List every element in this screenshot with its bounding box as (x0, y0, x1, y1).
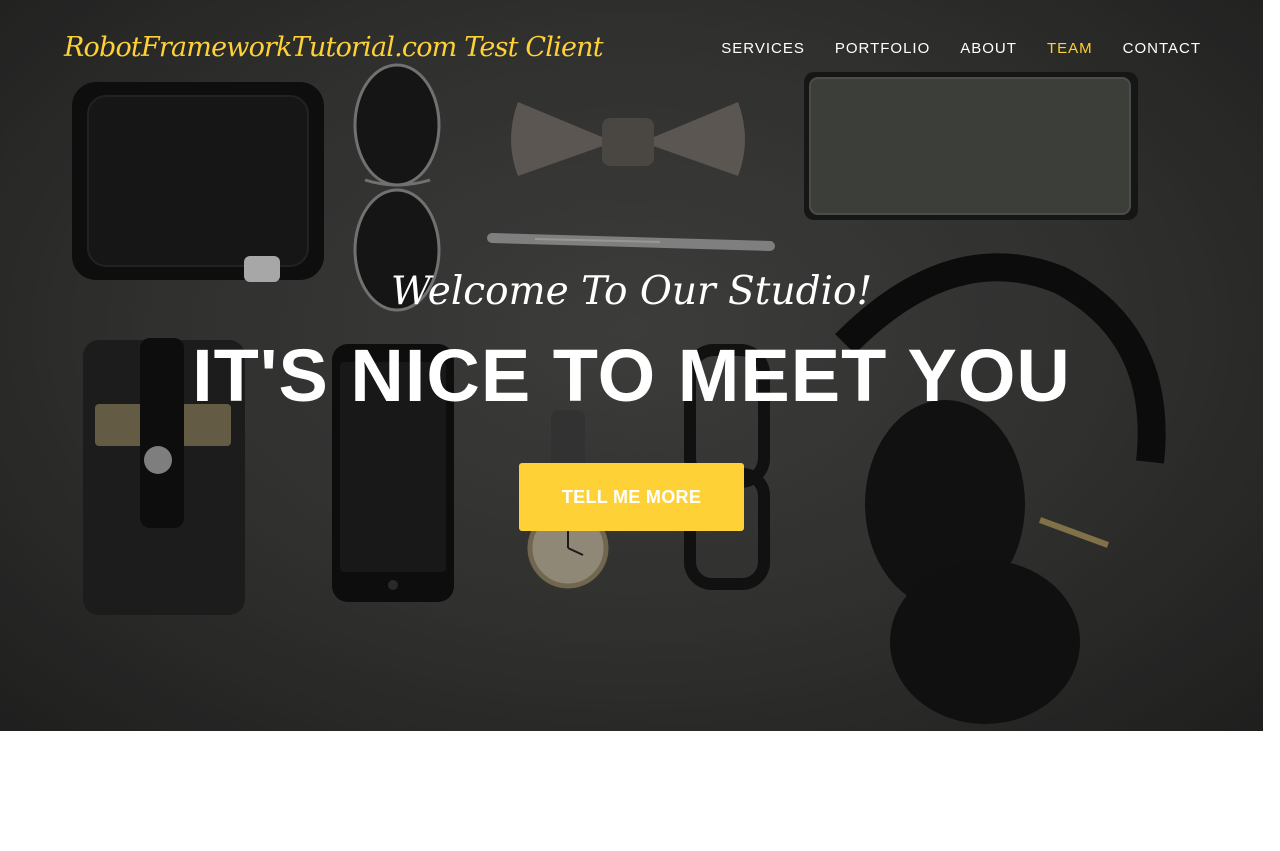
nav-link-about[interactable]: ABOUT (960, 40, 1017, 57)
hero-heading: IT'S NICE TO MEET YOU (192, 334, 1071, 417)
nav-item-services: SERVICES (721, 40, 805, 58)
top-navbar: RobotFrameworkTutorial.com Test Client S… (0, 0, 1263, 100)
nav-link-team[interactable]: TEAM (1047, 40, 1093, 57)
tell-me-more-button[interactable]: TELL ME MORE (519, 463, 744, 531)
nav-link-services[interactable]: SERVICES (721, 40, 805, 57)
hero-lead-in: Welcome To Our Studio! (390, 269, 873, 314)
brand-logo-link[interactable]: RobotFrameworkTutorial.com Test Client (64, 32, 604, 63)
nav-item-about: ABOUT (960, 40, 1017, 58)
nav-item-portfolio: PORTFOLIO (835, 40, 930, 58)
nav-item-contact: CONTACT (1123, 40, 1201, 58)
hero-section: RobotFrameworkTutorial.com Test Client S… (0, 0, 1263, 731)
nav-link-contact[interactable]: CONTACT (1123, 40, 1201, 57)
nav-item-team: TEAM (1047, 40, 1093, 58)
nav-menu: SERVICES PORTFOLIO ABOUT TEAM CONTACT (721, 40, 1201, 58)
nav-link-portfolio[interactable]: PORTFOLIO (835, 40, 930, 57)
page: RobotFrameworkTutorial.com Test Client S… (0, 0, 1280, 851)
